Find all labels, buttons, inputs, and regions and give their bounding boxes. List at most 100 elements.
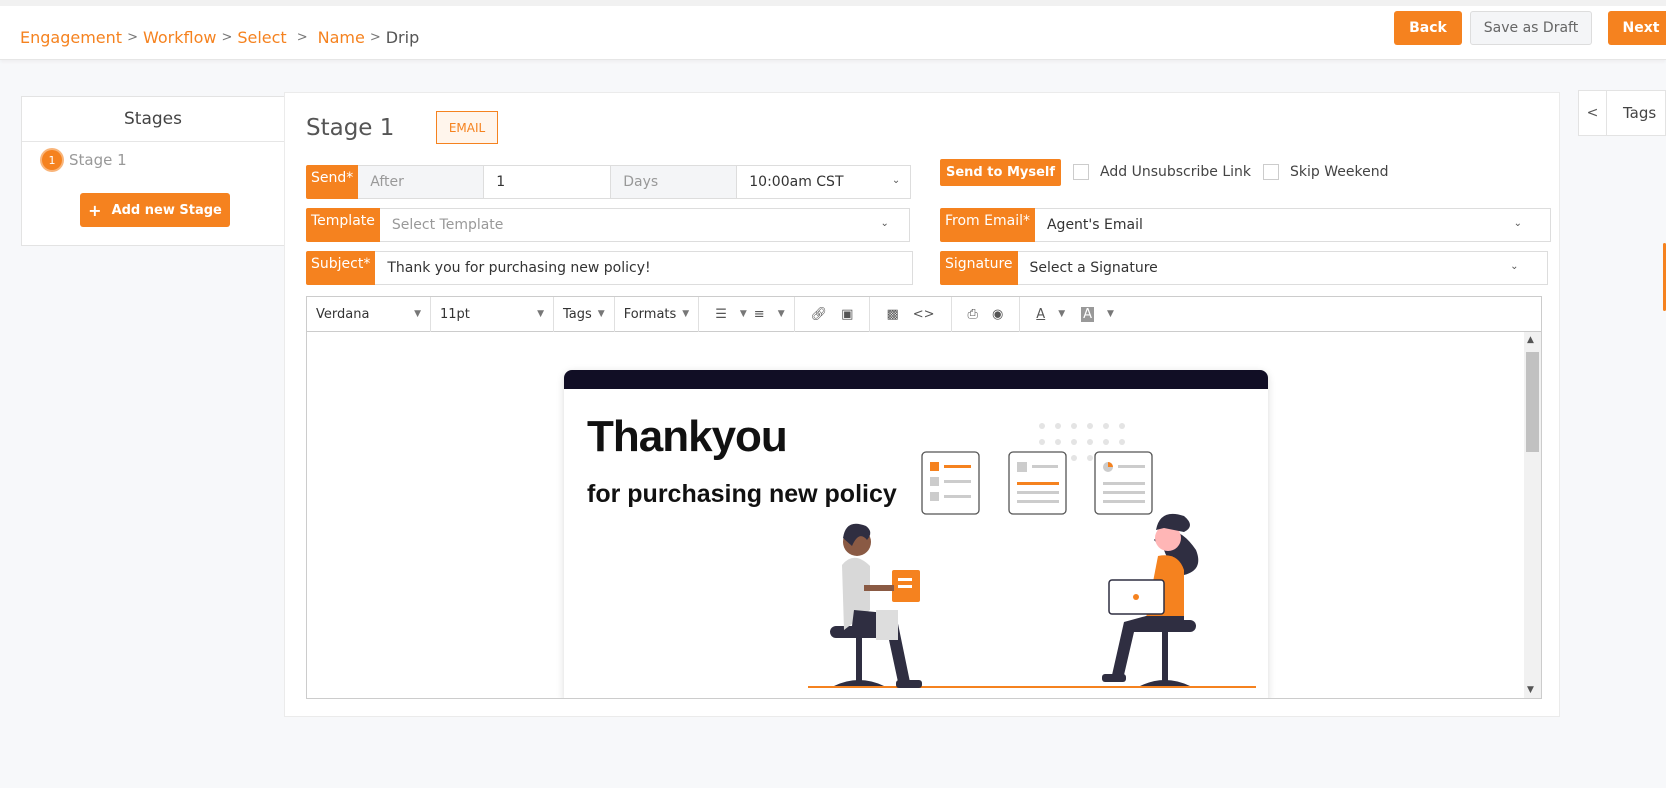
back-button[interactable]: Back: [1394, 11, 1462, 45]
stage-editor-panel: Stage 1 EMAIL Send* After 1 Days 10:00am…: [284, 92, 1560, 717]
chevron-right-icon: >: [127, 30, 138, 45]
stages-title: Stages: [22, 97, 284, 142]
caret-down-icon[interactable]: ▼: [778, 309, 785, 319]
caret-down-icon[interactable]: ▼: [1107, 309, 1114, 319]
stage-number-badge: 1: [42, 150, 62, 170]
signature-row: Signature Select a Signature ⌄: [940, 251, 1548, 285]
breadcrumb-name[interactable]: Name: [318, 28, 365, 47]
from-email-label: From Email*: [940, 208, 1035, 242]
next-button[interactable]: Next: [1608, 11, 1666, 45]
print-icon[interactable]: ⎙: [968, 307, 978, 322]
rich-text-editor: Verdana ▼ 11pt ▼ Tags ▼ Formats ▼ ☰ ▼ ≡ …: [306, 296, 1542, 699]
skip-weekend-label: Skip Weekend: [1290, 164, 1389, 180]
print-group: ⎙ ◉: [952, 296, 1021, 332]
text-color-icon[interactable]: A: [1036, 307, 1045, 322]
chevron-left-icon[interactable]: <: [1579, 90, 1607, 136]
caret-down-icon: ▼: [597, 309, 605, 319]
caret-down-icon: ▼: [537, 309, 544, 319]
unsubscribe-label: Add Unsubscribe Link: [1100, 164, 1252, 180]
image-icon[interactable]: ▣: [841, 307, 853, 322]
plus-icon: +: [88, 200, 102, 220]
add-stage-label: Add new Stage: [111, 202, 222, 218]
template-label: Template: [306, 208, 380, 242]
channel-badge[interactable]: EMAIL: [436, 111, 498, 144]
breadcrumb-workflow[interactable]: Workflow: [143, 28, 216, 47]
save-draft-button[interactable]: Save as Draft: [1470, 11, 1592, 45]
from-email-value: Agent's Email: [1046, 217, 1143, 233]
subject-row: Subject* Thank you for purchasing new po…: [306, 251, 914, 285]
list-group: ☰ ▼ ≡ ▼: [699, 296, 795, 332]
stage-label: Stage 1: [69, 151, 127, 169]
send-unit-field[interactable]: Days: [611, 165, 738, 199]
editor-content[interactable]: Thankyou for purchasing new policy: [307, 332, 1525, 698]
font-family-select[interactable]: Verdana ▼: [307, 296, 431, 332]
media-icon[interactable]: ▩: [886, 307, 898, 322]
add-stage-button[interactable]: + Add new Stage: [80, 193, 230, 227]
options-row: Send to Myself Add Unsubscribe Link Skip…: [940, 155, 1388, 189]
breadcrumb-select[interactable]: Select: [237, 28, 286, 47]
scroll-down-icon[interactable]: ▼: [1527, 685, 1534, 695]
breadcrumb-drip: Drip: [385, 28, 420, 47]
insert-group: 🔗︎ ▣: [795, 296, 871, 332]
tags-menu[interactable]: Tags ▼: [554, 296, 615, 332]
send-amount-input[interactable]: 1: [484, 165, 612, 199]
signature-select[interactable]: Select a Signature ⌄: [1017, 251, 1548, 285]
formats-menu-label: Formats: [623, 306, 677, 322]
top-bar: Engagement > Workflow > Select > Name > …: [0, 0, 1666, 60]
code-icon[interactable]: <>: [913, 307, 935, 322]
font-size-value: 11pt: [440, 306, 470, 322]
font-family-value: Verdana: [316, 306, 370, 322]
scrollbar-thumb[interactable]: [1526, 352, 1539, 452]
subject-label: Subject*: [306, 251, 376, 285]
bullet-list-icon[interactable]: ☰: [715, 307, 727, 322]
skip-weekend-checkbox[interactable]: [1263, 164, 1280, 180]
policy-illustration: [808, 423, 1256, 688]
send-when-field[interactable]: After: [358, 165, 485, 199]
caret-down-icon[interactable]: ▼: [740, 309, 747, 319]
font-size-select[interactable]: 11pt ▼: [431, 296, 554, 332]
template-row: Template Select Template ⌄: [306, 208, 910, 242]
background-color-icon[interactable]: A: [1081, 306, 1095, 322]
tags-tab-label: Tags: [1623, 104, 1657, 122]
tags-menu-label: Tags: [563, 306, 592, 322]
caret-down-icon: ▼: [682, 309, 690, 319]
send-label: Send*: [306, 165, 359, 199]
stage-list-item[interactable]: 1 Stage 1: [42, 150, 127, 170]
color-group: A ▼ A ▼: [1020, 297, 1123, 332]
formats-menu[interactable]: Formats ▼: [615, 296, 700, 332]
preview-eye-icon[interactable]: ◉: [992, 307, 1003, 322]
chevron-down-icon: ⌄: [891, 175, 901, 186]
caret-down-icon: ▼: [414, 309, 421, 319]
breadcrumb-engagement[interactable]: Engagement: [20, 28, 122, 47]
chevron-down-icon: ⌄: [1510, 261, 1519, 272]
send-time-value: 10:00am CST: [749, 174, 844, 190]
template-placeholder: Select Template: [391, 217, 504, 233]
breadcrumb: Engagement > Workflow > Select > Name > …: [20, 28, 419, 47]
media-group: ▩ <>: [870, 296, 952, 332]
from-email-row: From Email* Agent's Email ⌄: [940, 208, 1551, 242]
chevron-down-icon: ⌄: [1513, 218, 1522, 229]
editor-scrollbar[interactable]: ▲ ▼: [1524, 332, 1541, 698]
subject-input[interactable]: Thank you for purchasing new policy!: [375, 251, 914, 285]
email-template-card: Thankyou for purchasing new policy: [564, 370, 1268, 698]
editor-toolbar: Verdana ▼ 11pt ▼ Tags ▼ Formats ▼ ☰ ▼ ≡ …: [307, 296, 1541, 332]
template-select[interactable]: Select Template ⌄: [379, 208, 910, 242]
signature-value: Select a Signature: [1029, 260, 1158, 276]
send-row: Send* After 1 Days 10:00am CST ⌄: [306, 165, 912, 199]
chevron-right-icon: >: [296, 30, 308, 45]
stage-title: Stage 1: [306, 115, 395, 141]
caret-down-icon[interactable]: ▼: [1058, 309, 1065, 319]
unsubscribe-checkbox[interactable]: [1073, 164, 1090, 180]
chevron-right-icon: >: [369, 30, 381, 45]
chevron-down-icon: ⌄: [880, 218, 889, 229]
from-email-select[interactable]: Agent's Email ⌄: [1034, 208, 1551, 242]
send-to-myself-button[interactable]: Send to Myself: [940, 158, 1062, 186]
link-icon[interactable]: 🔗︎: [811, 307, 828, 322]
chevron-right-icon: >: [221, 30, 233, 45]
signature-label: Signature: [940, 251, 1018, 285]
stages-panel: Stages 1 Stage 1 + Add new Stage: [21, 96, 285, 246]
scroll-up-icon[interactable]: ▲: [1527, 335, 1534, 345]
numbered-list-icon[interactable]: ≡: [754, 307, 765, 322]
send-time-select[interactable]: 10:00am CST ⌄: [737, 165, 912, 199]
tags-side-tab[interactable]: < Tags: [1578, 90, 1666, 136]
